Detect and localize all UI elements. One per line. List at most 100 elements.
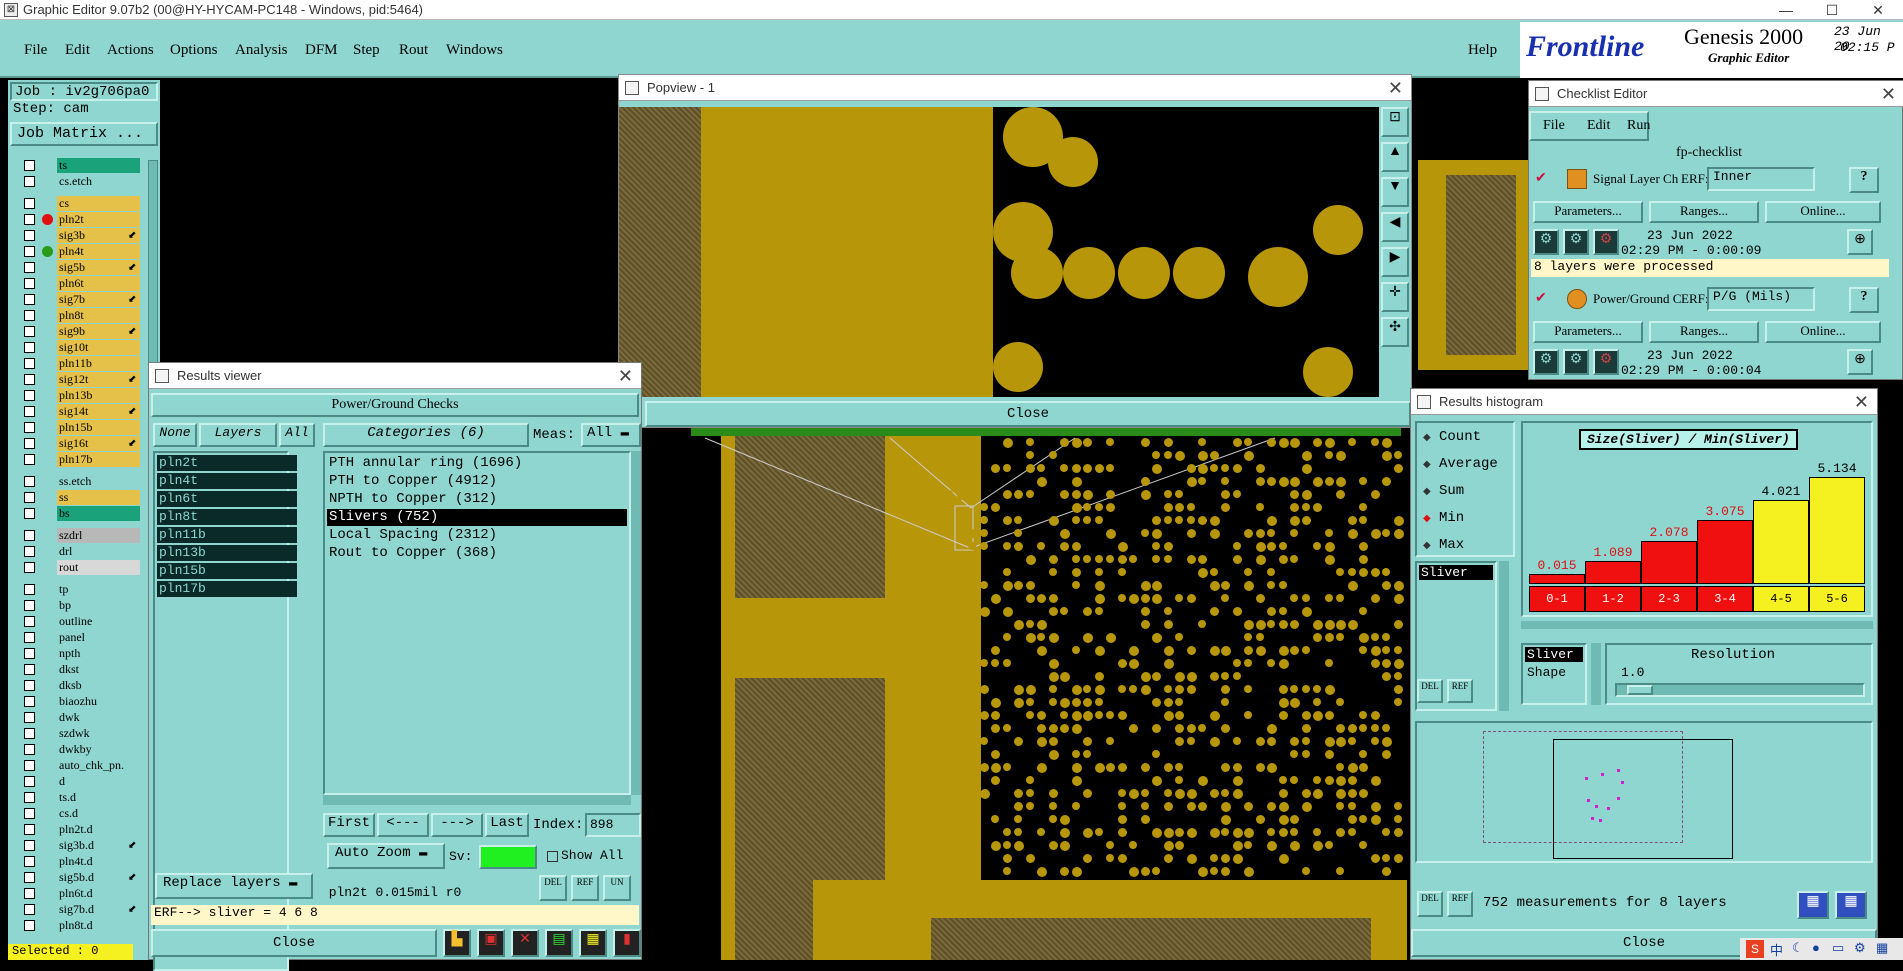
layer-row[interactable]: tp [22,582,140,597]
layer-row[interactable]: pln13b [22,388,140,403]
layer-checkbox[interactable] [24,278,35,289]
severity-color-dropdown[interactable] [479,845,537,869]
layer-checkbox[interactable] [24,230,35,241]
layer-name[interactable]: auto_chk_pn. [57,758,140,773]
tool-highlight-icon[interactable]: ▙ [443,929,471,957]
histogram-list-scrollbar[interactable] [1499,561,1509,711]
action-1-parameters-button[interactable]: Parameters... [1533,201,1643,223]
layer-name[interactable]: pln15b [57,420,140,435]
category-item[interactable]: Rout to Copper (368) [327,545,627,562]
histogram-category-label[interactable]: 1-2 [1585,586,1641,612]
action-1-help-button[interactable]: ? [1849,167,1879,193]
result-layer-item[interactable]: pln6t [157,491,297,507]
layer-row[interactable]: ts [22,158,140,173]
histogram-close-icon[interactable]: ✕ [1854,389,1869,415]
close-window-button[interactable]: ✕ [1855,0,1901,20]
layer-row[interactable]: d [22,774,140,789]
action-1-run-icon[interactable]: ⚙ [1533,229,1559,255]
tool-stats-icon[interactable]: ▤ [545,929,573,957]
layer-checkbox[interactable] [24,664,35,675]
action-2-help-button[interactable]: ? [1849,287,1879,313]
layer-row[interactable]: dwkby [22,742,140,757]
histogram-preview-map[interactable] [1415,721,1873,863]
index-input[interactable]: 898 [585,813,641,837]
category-item[interactable]: PTH annular ring (1696) [327,455,627,472]
layer-name[interactable]: bp [57,598,140,613]
layer-name[interactable]: cs [57,196,140,211]
layer-name[interactable]: drl [57,544,140,559]
results-viewer-close-button[interactable]: Close [151,929,437,957]
layer-row[interactable]: bp [22,598,140,613]
popview-close-button[interactable]: Close [645,401,1411,427]
layer-name[interactable]: pln4t.d [57,854,140,869]
resolution-slider[interactable] [1615,683,1865,697]
histogram-bar[interactable] [1753,499,1809,584]
tool-notes-icon[interactable]: ▦ [579,929,607,957]
layer-row[interactable]: pln8t [22,308,140,323]
radio-diamond-icon[interactable]: ◆ [1423,486,1431,497]
action-1-run-all-icon[interactable]: ⚙ [1563,229,1589,255]
layer-name[interactable]: dwkby [57,742,140,757]
menu-actions[interactable]: Actions [107,42,154,59]
layer-name[interactable]: ts.d [57,790,140,805]
action-check-icon[interactable]: ✔ [1535,169,1547,186]
auto-zoom-dropdown[interactable]: Auto Zoom ▬ [327,843,445,869]
layer-name[interactable]: pln2t.d [57,822,140,837]
layer-name[interactable]: cs.etch [57,174,140,189]
last-button[interactable]: Last [485,813,529,837]
zoom-fit-icon[interactable]: ⊡ [1381,107,1409,137]
layer-row[interactable]: szdrl [22,528,140,543]
layer-row[interactable]: pln2t.d [22,822,140,837]
layer-checkbox[interactable] [24,374,35,385]
aggregate-option-average[interactable]: ◆ Average [1421,454,1513,474]
layer-name[interactable]: cs.d [57,806,140,821]
job-matrix-button[interactable]: Job Matrix ... [10,122,158,146]
checklist-menu-file[interactable]: File [1543,118,1565,134]
layer-checkbox[interactable] [24,632,35,643]
layer-checkbox[interactable] [24,792,35,803]
layer-name[interactable]: outline [57,614,140,629]
layer-row[interactable]: sig10t [22,340,140,355]
action-2-run-all-icon[interactable]: ⚙ [1563,349,1589,375]
layer-row[interactable]: szdwk [22,726,140,741]
tool-report-icon[interactable]: ▣ [477,929,505,957]
keyboard-icon[interactable]: ▭ [1832,940,1844,956]
category-hscrollbar[interactable] [323,795,631,805]
layer-row[interactable]: bs [22,506,140,521]
layer-checkbox[interactable] [24,438,35,449]
layer-name[interactable]: pln11b [57,356,140,371]
layer-row[interactable]: ts.d [22,790,140,805]
layer-row[interactable]: sig16t ⬋ [22,436,140,451]
layer-checkbox[interactable] [24,696,35,707]
menu-windows[interactable]: Windows [446,42,503,59]
layer-checkbox[interactable] [24,888,35,899]
layer-row[interactable]: sig7b ⬋ [22,292,140,307]
result-layer-item[interactable]: pln8t [157,509,297,525]
layer-row[interactable]: pln2t [22,212,140,227]
layer-checkbox[interactable] [24,508,35,519]
layer-checkbox[interactable] [24,492,35,503]
layer-row[interactable]: sig3b ⬋ [22,228,140,243]
category-scrollbar[interactable] [631,451,641,795]
layer-row[interactable]: npth [22,646,140,661]
pan-up-icon[interactable]: ▲ [1381,142,1409,172]
layer-row[interactable]: sig5b.d ⬋ [22,870,140,885]
action-2-online-button[interactable]: Online... [1765,321,1881,343]
result-layer-item[interactable]: pln15b [157,563,297,579]
pan-left-icon[interactable]: ◀ [1381,212,1409,242]
histogram-list-item[interactable]: Sliver [1419,565,1493,580]
layer-checkbox[interactable] [24,310,35,321]
histogram-bar[interactable] [1697,519,1753,584]
layer-name[interactable]: bs [57,506,140,521]
layer-checkbox[interactable] [24,824,35,835]
layer-checkbox[interactable] [24,546,35,557]
layer-row[interactable]: outline [22,614,140,629]
layer-row[interactable]: sig5b ⬋ [22,260,140,275]
layer-checkbox[interactable] [24,680,35,691]
layer-name[interactable]: szdwk [57,726,140,741]
tool-clear-icon[interactable]: ✕ [511,929,539,957]
category-item[interactable]: Slivers (752) [327,509,627,526]
layer-row[interactable]: pln4t.d [22,854,140,869]
layer-checkbox[interactable] [24,744,35,755]
layer-checkbox[interactable] [24,454,35,465]
